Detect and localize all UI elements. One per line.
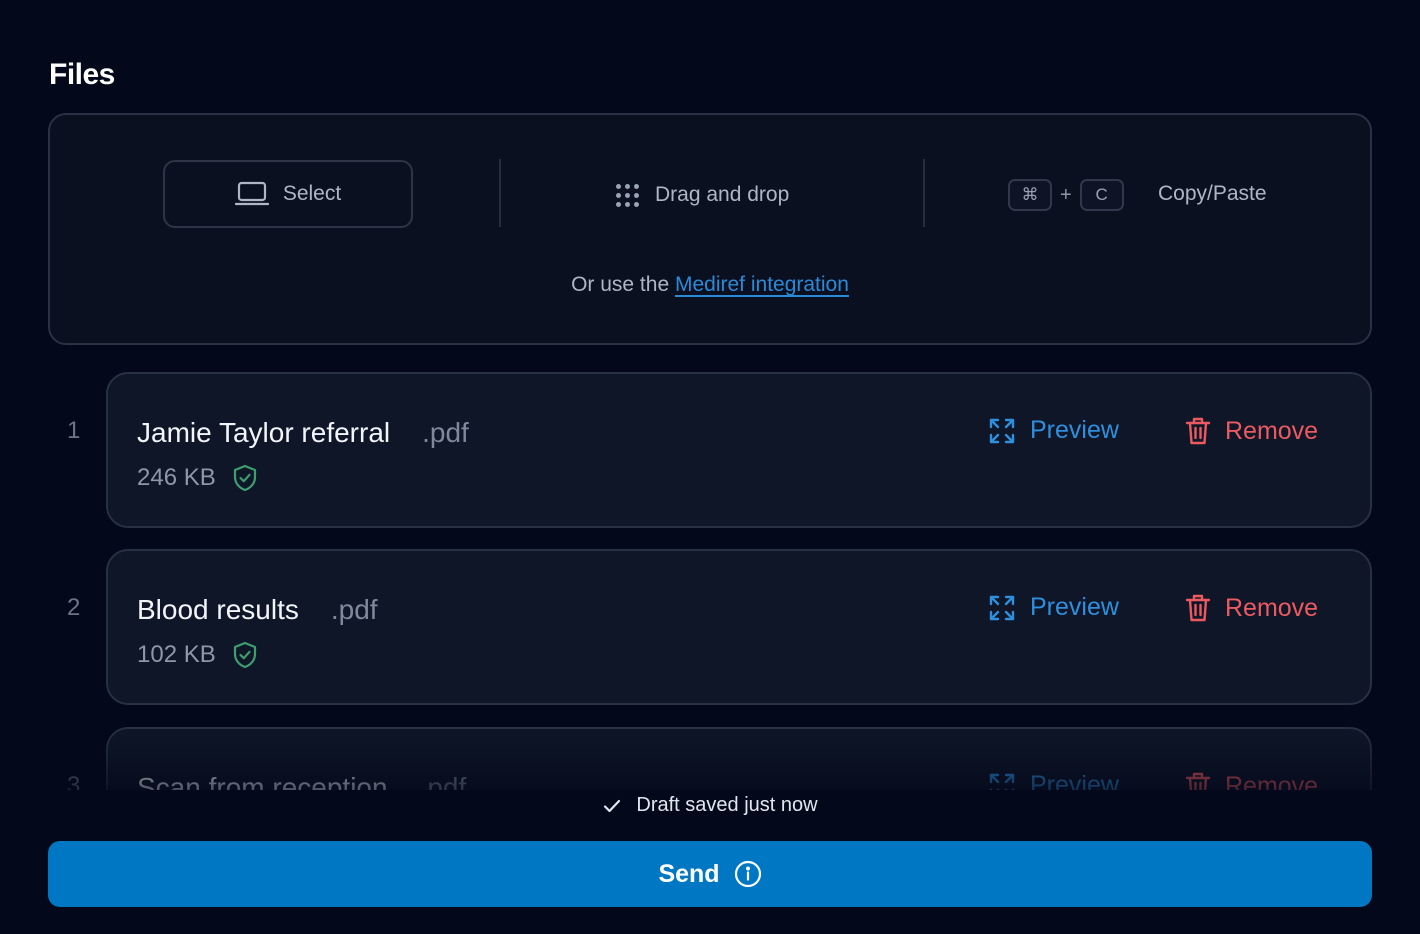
file-index: 2 (67, 594, 81, 621)
select-files-label: Select (282, 182, 342, 205)
remove-button[interactable]: Remove (1185, 416, 1318, 446)
check-icon (604, 799, 621, 812)
remove-label: Remove (1225, 593, 1319, 622)
file-name-text: Jamie Taylor referral (137, 417, 391, 448)
file-row: 2 Blood results .pdf 102 KB Preview Remo… (0, 549, 1420, 705)
send-button[interactable]: Send (48, 841, 1372, 907)
file-name: Scan from reception .pdf (137, 772, 466, 792)
file-row: 1 Jamie Taylor referral .pdf 246 KB Prev… (0, 372, 1420, 528)
upload-divider (923, 159, 925, 227)
file-extension: .pdf (419, 772, 467, 792)
file-name: Jamie Taylor referral .pdf (137, 417, 469, 449)
mediref-integration-link[interactable]: Mediref integration (675, 273, 849, 296)
file-index: 1 (67, 417, 81, 444)
footer-bar: Draft saved just now Send (0, 790, 1420, 934)
file-card: Blood results .pdf 102 KB Preview Remove (106, 549, 1372, 705)
files-page: Files Select Drag and drop ⌘ + C Copy/Pa… (0, 0, 1420, 934)
preview-button[interactable]: Preview (988, 771, 1119, 792)
file-extension: .pdf (422, 417, 469, 448)
file-card: Jamie Taylor referral .pdf 246 KB Previe… (106, 372, 1372, 528)
file-row: 3 Scan from reception .pdf Preview Remov… (0, 727, 1420, 792)
preview-label: Preview (1030, 771, 1119, 792)
preview-label: Preview (1030, 593, 1119, 621)
preview-button[interactable]: Preview (988, 593, 1119, 622)
file-size: 246 KB (137, 464, 216, 491)
page-title: Files (49, 58, 115, 91)
file-extension: .pdf (330, 594, 378, 625)
integration-prefix: Or use the (571, 273, 670, 296)
file-list[interactable]: 1 Jamie Taylor referral .pdf 246 KB Prev… (0, 372, 1420, 792)
remove-label: Remove (1225, 416, 1319, 445)
send-label: Send (658, 859, 720, 888)
expand-icon (989, 773, 1015, 792)
copy-paste-shortcut: ⌘ + C (1008, 177, 1124, 213)
expand-icon (989, 418, 1015, 443)
preview-label: Preview (1030, 416, 1119, 444)
file-name-text: Blood results (137, 594, 299, 625)
file-size: 102 KB (137, 641, 216, 668)
file-meta: 102 KB (137, 641, 258, 669)
shield-check-icon (233, 464, 256, 492)
remove-label: Remove (1225, 771, 1319, 793)
c-key: C (1079, 179, 1124, 211)
drag-and-drop-label: Drag and drop (655, 183, 790, 206)
file-name: Blood results .pdf (137, 594, 378, 626)
shield-check-icon (233, 641, 256, 669)
trash-icon (1185, 772, 1211, 792)
file-meta: 246 KB (137, 464, 258, 492)
remove-button[interactable]: Remove (1185, 771, 1318, 792)
integration-hint: Or use the Mediref integration (50, 273, 1370, 297)
draft-status: Draft saved just now (0, 794, 1420, 817)
file-index: 3 (67, 772, 81, 792)
grid-dots-icon (616, 183, 639, 207)
preview-button[interactable]: Preview (988, 416, 1119, 445)
select-files-button[interactable]: Select (163, 160, 413, 228)
draft-status-text: Draft saved just now (636, 794, 818, 816)
info-icon (734, 860, 761, 888)
remove-button[interactable]: Remove (1185, 593, 1318, 623)
trash-icon (1185, 594, 1211, 622)
expand-icon (989, 595, 1015, 620)
laptop-icon (234, 181, 269, 206)
shortcut-plus: + (1060, 183, 1072, 206)
file-card: Scan from reception .pdf Preview Remove (106, 727, 1372, 792)
drag-and-drop-zone[interactable]: Drag and drop (616, 175, 789, 215)
copy-paste-label: Copy/Paste (1158, 182, 1267, 205)
upload-divider (499, 159, 501, 227)
trash-icon (1185, 417, 1211, 445)
file-name-text: Scan from reception (137, 772, 388, 792)
command-key: ⌘ (1008, 179, 1052, 211)
upload-panel: Select Drag and drop ⌘ + C Copy/Paste Or… (48, 113, 1372, 345)
